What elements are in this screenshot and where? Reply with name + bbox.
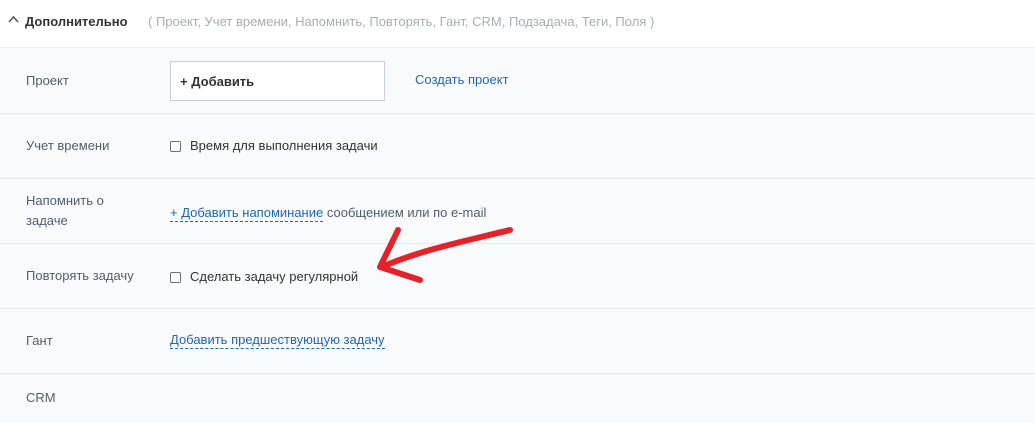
additional-fields-panel: Проект + Добавить Создать проект Учет вр…: [0, 47, 1035, 423]
time-tracking-checkbox[interactable]: [170, 141, 181, 152]
row-gantt: Гант Добавить предшествующую задачу: [0, 309, 1035, 374]
add-reminder-link[interactable]: + Добавить напоминание: [170, 205, 324, 222]
row-repeat: Повторять задачу Сделать задачу регулярн…: [0, 244, 1035, 309]
crm-label: CRM: [26, 390, 56, 405]
gantt-label: Гант: [26, 333, 53, 348]
reminder-label-line2: задаче: [26, 213, 68, 228]
row-crm: CRM: [0, 374, 1035, 422]
add-project-button[interactable]: + Добавить: [170, 61, 385, 101]
time-tracking-checkbox-label[interactable]: Время для выполнения задачи: [190, 138, 378, 153]
reminder-suffix: сообщением или по e-mail: [323, 205, 487, 220]
repeat-checkbox[interactable]: [170, 272, 181, 283]
add-predecessor-link[interactable]: Добавить предшествующую задачу: [170, 332, 385, 349]
red-arrow-annotation: [377, 227, 513, 283]
project-label: Проект: [26, 73, 69, 88]
gantt-link-wrap: Добавить предшествующую задачу: [170, 332, 385, 349]
additional-section-header[interactable]: Дополнительно ( Проект, Учет времени, На…: [0, 0, 1035, 47]
chevron-up-icon[interactable]: [8, 15, 19, 23]
row-reminder: Напомнить о задаче + Добавить напоминани…: [0, 179, 1035, 244]
row-time-tracking: Учет времени Время для выполнения задачи: [0, 114, 1035, 179]
reminder-label-line1: Напомнить о: [26, 193, 104, 208]
repeat-label: Повторять задачу: [26, 268, 134, 283]
add-project-button-label: + Добавить: [180, 74, 255, 89]
row-project: Проект + Добавить Создать проект: [0, 48, 1035, 114]
repeat-checkbox-label[interactable]: Сделать задачу регулярной: [190, 269, 358, 284]
time-tracking-label: Учет времени: [26, 138, 110, 153]
reminder-text: + Добавить напоминание сообщением или по…: [170, 205, 487, 222]
section-title[interactable]: Дополнительно: [25, 14, 128, 29]
section-fields-list: ( Проект, Учет времени, Напомнить, Повто…: [148, 14, 655, 29]
create-project-link[interactable]: Создать проект: [415, 72, 509, 87]
